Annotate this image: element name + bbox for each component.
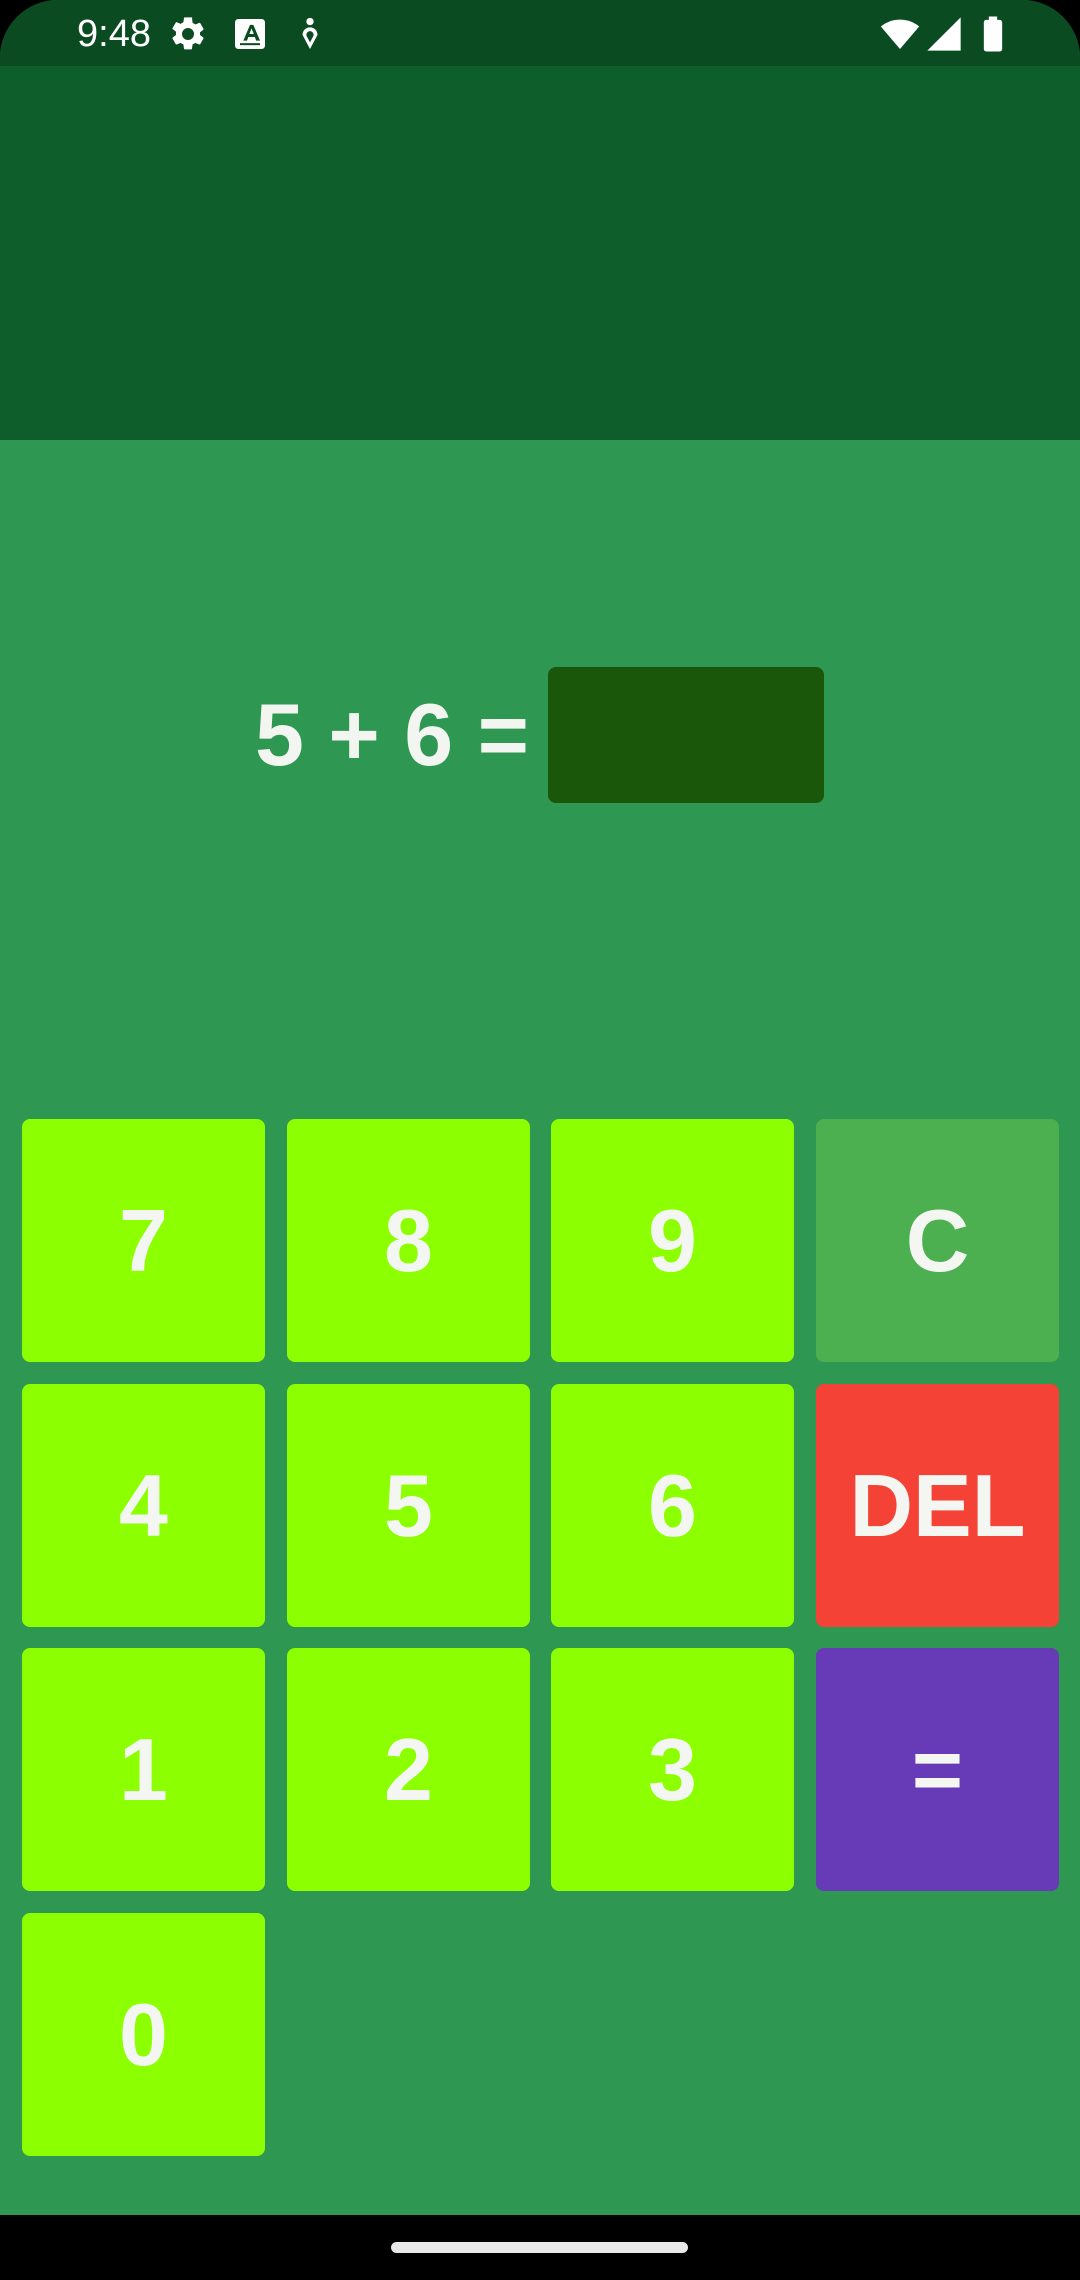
accessibility-icon [302, 17, 318, 49]
key-6-button[interactable]: 6 [551, 1384, 794, 1627]
key-8-button[interactable]: 8 [287, 1119, 530, 1362]
key-0-button[interactable]: 0 [22, 1913, 265, 2156]
app-bar [0, 66, 1080, 440]
equals-button[interactable]: = [816, 1648, 1059, 1891]
key-3-button[interactable]: 3 [551, 1648, 794, 1891]
key-2-button[interactable]: 2 [287, 1648, 530, 1891]
answer-input[interactable] [548, 667, 824, 803]
gear-icon [172, 17, 204, 50]
clear-button[interactable]: C [816, 1119, 1059, 1362]
delete-button[interactable]: DEL [816, 1384, 1059, 1627]
battery-icon [983, 16, 1003, 52]
signal-icon [927, 17, 961, 51]
question-row: 5 + 6 = [0, 665, 1080, 805]
key-9-button[interactable]: 9 [551, 1119, 794, 1362]
equation-text: 5 + 6 = [255, 685, 530, 784]
gesture-nav-handle[interactable] [391, 2242, 688, 2253]
key-5-button[interactable]: 5 [287, 1384, 530, 1627]
key-4-button[interactable]: 4 [22, 1384, 265, 1627]
wifi-icon [880, 19, 920, 49]
key-1-button[interactable]: 1 [22, 1648, 265, 1891]
key-7-button[interactable]: 7 [22, 1119, 265, 1362]
status-bar: 9:48 [0, 0, 1080, 66]
text-a-icon [235, 19, 265, 49]
app-screen: 9:48 5 + 6 = 7 8 9 C 4 5 6 DEL 1 2 3 = 0 [0, 0, 1080, 2215]
status-time: 9:48 [77, 13, 151, 55]
